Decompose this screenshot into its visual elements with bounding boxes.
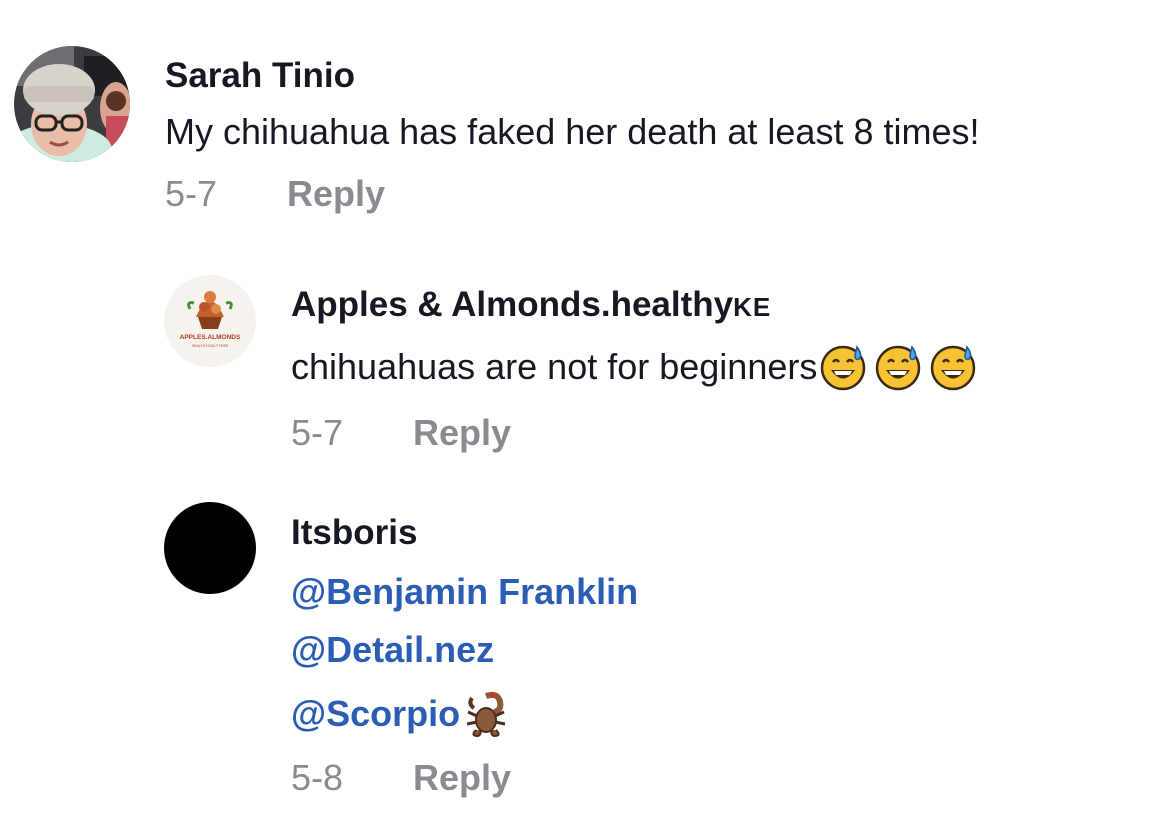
reply-button[interactable]: Reply: [413, 758, 511, 798]
logo-subtext: HEALTHY.GUILT FREE: [192, 344, 229, 348]
comment-apples-almonds: APPLES.ALMONDS HEALTHY.GUILT FREE Apples…: [0, 230, 1151, 460]
grinning-sweat-emoji: [876, 345, 921, 391]
username[interactable]: Sarah Tinio: [165, 56, 979, 96]
comment-meta: 5-7 Reply: [165, 174, 979, 214]
mention-row: @Scorpio: [291, 690, 638, 738]
grinning-sweat-emoji: [931, 345, 976, 391]
reply-button[interactable]: Reply: [287, 174, 385, 214]
logo-text: APPLES.ALMONDS: [180, 334, 241, 341]
comment-sarah-tinio: Sarah Tinio My chihuahua has faked her d…: [0, 0, 1151, 230]
reply-button[interactable]: Reply: [413, 413, 511, 453]
mention-link[interactable]: @Scorpio: [291, 694, 460, 734]
scorpion-emoji: [466, 691, 506, 738]
username[interactable]: Itsboris: [291, 513, 638, 553]
comment-date: 5-7: [291, 412, 344, 453]
avatar[interactable]: [164, 502, 256, 594]
comment-meta: 5-8 Reply: [291, 758, 638, 798]
mention-link[interactable]: @Detail.nez: [291, 630, 638, 670]
comment-meta: 5-7 Reply: [291, 413, 977, 453]
username-label[interactable]: Apples & Almonds.healthy: [291, 285, 733, 324]
mention-link[interactable]: @Benjamin Franklin: [291, 572, 638, 612]
username[interactable]: Apples & Almonds.healthyKE: [291, 285, 977, 327]
avatar[interactable]: [14, 46, 130, 162]
comment-itsboris: Itsboris @Benjamin Franklin @Detail.nez …: [0, 460, 1151, 836]
avatar[interactable]: APPLES.ALMONDS HEALTHY.GUILT FREE: [164, 275, 256, 367]
comment-date: 5-7: [165, 173, 218, 214]
comment-text: chihuahuas are not for beginners: [291, 343, 977, 391]
brand-logo-avatar: APPLES.ALMONDS HEALTHY.GUILT FREE: [164, 275, 256, 367]
comment-text: My chihuahua has faked her death at leas…: [165, 111, 980, 152]
comment-text-content: chihuahuas are not for beginners: [291, 346, 818, 387]
comment-date: 5-8: [291, 757, 344, 798]
grinning-sweat-emoji: [821, 345, 866, 391]
username-suffix: KE: [733, 292, 772, 322]
user-photo-avatar: [14, 46, 130, 162]
